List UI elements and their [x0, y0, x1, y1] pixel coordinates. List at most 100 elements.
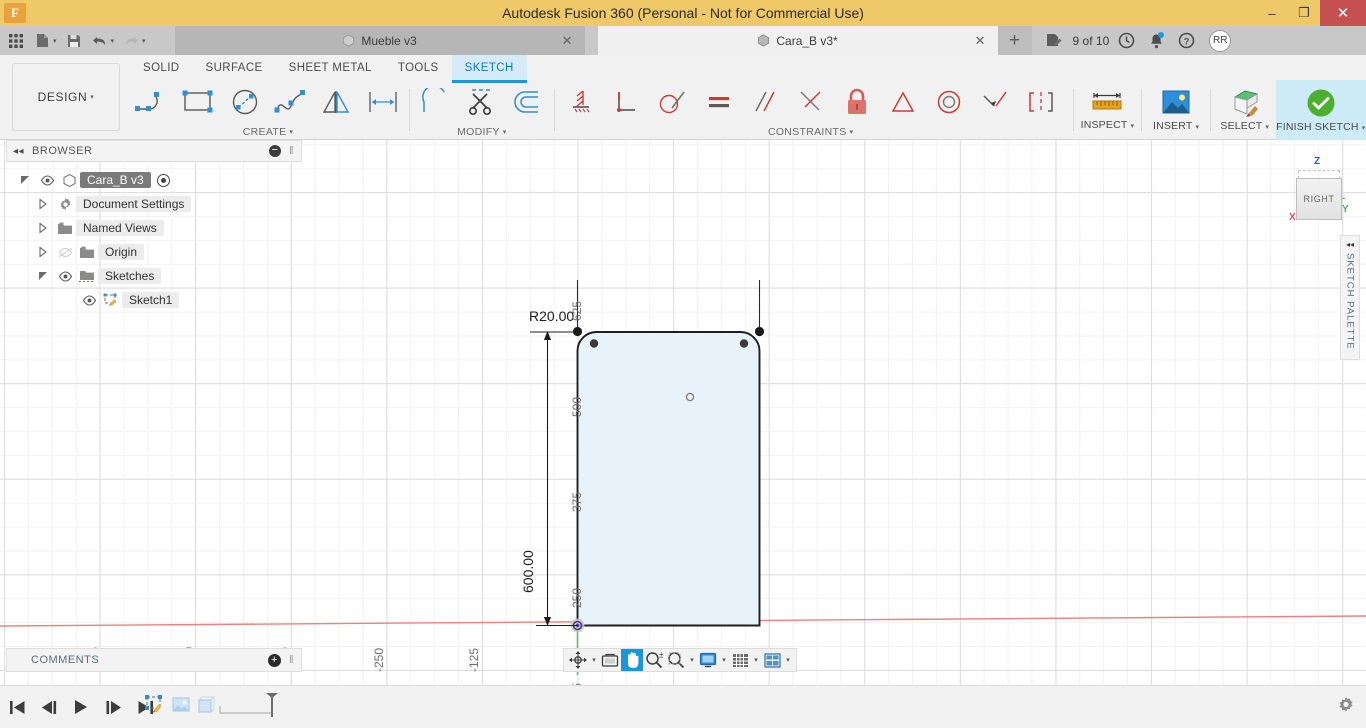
spline-tool[interactable]: [268, 80, 314, 124]
tree-node-cara-b[interactable]: Cara_B v3: [6, 168, 302, 192]
tangent-constraint[interactable]: [650, 80, 696, 124]
document-tab-mueble[interactable]: Mueble v3 ✕: [174, 26, 585, 55]
radius-dimension-text[interactable]: R20.00: [529, 308, 574, 324]
visibility-eye-icon[interactable]: [78, 294, 100, 306]
expand-arrow-icon[interactable]: [38, 271, 54, 281]
tab-sketch[interactable]: SKETCH: [451, 55, 527, 83]
tab-sheet-metal[interactable]: SHEET METAL: [276, 55, 385, 80]
sketch-palette-tab[interactable]: ◂◂ SKETCH PALETTE: [1340, 235, 1360, 360]
panel-create-label[interactable]: CREATE ▾: [130, 124, 406, 140]
equal-constraint[interactable]: [696, 80, 742, 124]
display-settings[interactable]: [697, 649, 719, 671]
document-tab-close-icon[interactable]: ✕: [975, 33, 986, 49]
tab-tools[interactable]: TOOLS: [385, 55, 452, 80]
mirror-tool[interactable]: [314, 80, 360, 124]
redo-icon[interactable]: [119, 28, 143, 53]
undo-icon[interactable]: [88, 28, 112, 53]
grid-snaps[interactable]: [729, 649, 751, 671]
select-button[interactable]: SELECT ▾: [1214, 80, 1276, 140]
expand-arrow-icon[interactable]: [38, 247, 54, 257]
recent-icon[interactable]: [1113, 26, 1139, 55]
view-cube[interactable]: RIGHT Z X -Y: [1288, 156, 1349, 223]
tree-node-named-views[interactable]: Named Views: [6, 216, 302, 240]
tree-node-origin[interactable]: Origin: [6, 240, 302, 264]
insert-button[interactable]: INSERT ▾: [1145, 80, 1207, 140]
view-cube-front-face[interactable]: RIGHT: [1296, 178, 1342, 220]
browser-resize-grip[interactable]: ‖: [289, 145, 294, 157]
expand-arrow-icon[interactable]: [38, 223, 54, 233]
document-tab-cara-b[interactable]: Cara_B v3* ✕: [597, 26, 998, 55]
sketch-canvas[interactable]: R20.00 600.00 625 500 375 250 125 625 50…: [0, 140, 1366, 685]
line-tool[interactable]: [130, 80, 176, 124]
undo-caret-icon[interactable]: ▾: [111, 37, 115, 45]
concentric-constraint[interactable]: [926, 80, 972, 124]
panel-modify-label[interactable]: MODIFY ▾: [413, 124, 551, 140]
fillet-tool[interactable]: [413, 80, 459, 124]
timeline-body-node[interactable]: [194, 692, 220, 718]
viewports-caret-icon[interactable]: ▾: [783, 656, 793, 664]
rectangle-tool[interactable]: [176, 80, 222, 124]
tab-solid[interactable]: SOLID: [130, 55, 193, 80]
tab-surface[interactable]: SURFACE: [193, 55, 276, 80]
look-at-tool[interactable]: [599, 649, 621, 671]
workspace-selector-button[interactable]: DESIGN ▾: [12, 63, 120, 131]
help-icon[interactable]: ?: [1173, 26, 1199, 55]
user-avatar[interactable]: RR: [1209, 29, 1232, 52]
timeline-begin-icon[interactable]: [6, 694, 28, 720]
timeline-play-icon[interactable]: [70, 694, 92, 720]
viewports[interactable]: [761, 649, 783, 671]
sketch-dimension-tool[interactable]: [360, 80, 406, 124]
tree-node-sketch1[interactable]: Sketch1: [6, 288, 302, 312]
tree-node-document-settings[interactable]: Document Settings: [6, 192, 302, 216]
new-document-icon[interactable]: [30, 28, 54, 53]
grid-snaps-caret-icon[interactable]: ▾: [751, 656, 761, 664]
comments-panel[interactable]: COMMENTS + ‖: [6, 648, 302, 672]
new-document-caret-icon[interactable]: ▾: [53, 37, 57, 45]
minimize-button[interactable]: –: [1256, 0, 1288, 26]
fix-unfix-constraint[interactable]: [834, 80, 880, 124]
app-grid-icon[interactable]: [4, 28, 28, 53]
browser-collapse-icon[interactable]: ◂◂: [13, 146, 24, 157]
timeline-step-forward-icon[interactable]: [102, 694, 124, 720]
save-icon[interactable]: [62, 28, 86, 53]
orbit-tool[interactable]: [567, 649, 589, 671]
visibility-eye-icon[interactable]: [54, 270, 76, 282]
activate-component-radio[interactable]: [156, 173, 170, 187]
gear-icon[interactable]: [1336, 696, 1356, 716]
expand-arrow-icon[interactable]: [38, 199, 54, 209]
document-tab-close-icon[interactable]: ✕: [562, 33, 573, 49]
timeline-canvas-node[interactable]: [168, 692, 194, 718]
trim-tool[interactable]: [459, 80, 505, 124]
close-button[interactable]: ✕: [1320, 0, 1366, 26]
browser-minimize-icon[interactable]: −: [269, 145, 281, 157]
perpendicular-constraint[interactable]: [604, 80, 650, 124]
zoom-window-caret-icon[interactable]: ▾: [687, 656, 697, 664]
timeline-sketch-node[interactable]: [142, 692, 168, 718]
documents-icon[interactable]: [1042, 26, 1068, 55]
maximize-button[interactable]: ❐: [1288, 0, 1320, 26]
expand-arrow-icon[interactable]: [20, 175, 36, 185]
zoom-tool[interactable]: ±: [643, 649, 665, 671]
height-dimension-text[interactable]: 600.00: [520, 550, 536, 593]
new-tab-button[interactable]: +: [997, 26, 1032, 55]
tree-node-sketches[interactable]: Sketches: [6, 264, 302, 288]
display-settings-caret-icon[interactable]: ▾: [719, 656, 729, 664]
visibility-eye-icon[interactable]: [36, 174, 58, 186]
inspect-button[interactable]: INSPECT ▾: [1076, 80, 1138, 140]
finish-sketch-button[interactable]: FINISH SKETCH ▾: [1275, 80, 1366, 140]
redo-caret-icon[interactable]: ▾: [142, 37, 146, 45]
coincident-constraint[interactable]: [788, 80, 834, 124]
comments-resize-grip[interactable]: ‖: [289, 654, 294, 666]
panel-constraints-label[interactable]: CONSTRAINTS ▾: [558, 124, 1064, 140]
collinear-constraint[interactable]: [972, 80, 1018, 124]
visibility-eye-hidden-icon[interactable]: [54, 247, 76, 258]
symmetry-constraint[interactable]: [1018, 80, 1064, 124]
add-comment-button[interactable]: +: [268, 653, 281, 667]
circle-tool[interactable]: [222, 80, 268, 124]
horizontal-vertical-constraint[interactable]: [558, 80, 604, 124]
zoom-window-tool[interactable]: [665, 649, 687, 671]
offset-tool[interactable]: [505, 80, 551, 124]
timeline-step-back-icon[interactable]: [38, 694, 60, 720]
midpoint-constraint[interactable]: [880, 80, 926, 124]
sketch-palette-collapse-icon[interactable]: ◂◂: [1346, 240, 1354, 249]
